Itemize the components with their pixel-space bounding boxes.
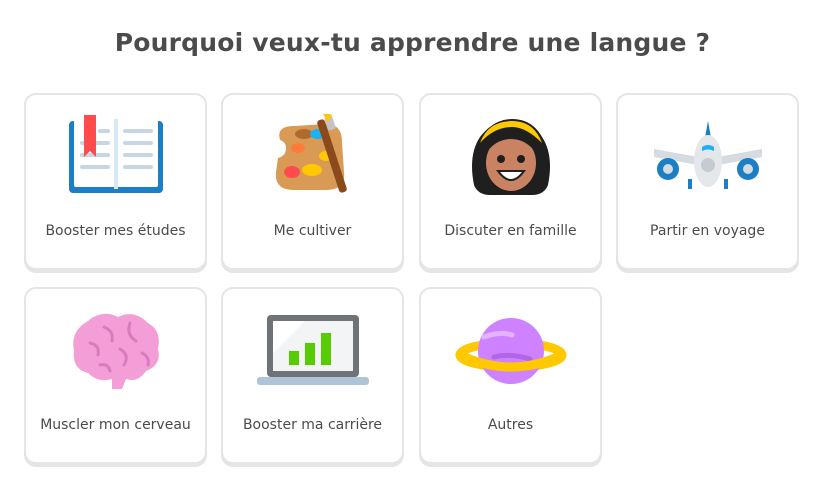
person-icon: [421, 113, 600, 201]
airplane-icon: [618, 113, 797, 201]
option-label: Booster mes études: [45, 223, 186, 239]
option-autres[interactable]: Autres: [419, 287, 602, 464]
palette-icon: [223, 113, 402, 201]
book-icon: [26, 113, 205, 201]
option-label: Muscler mon cerveau: [40, 417, 191, 433]
laptop-chart-icon: [223, 307, 402, 395]
option-label: Discuter en famille: [444, 223, 577, 239]
option-label: Booster ma carrière: [242, 417, 383, 433]
planet-icon: [421, 307, 600, 395]
option-muscler-cerveau[interactable]: Muscler mon cerveau: [24, 287, 207, 464]
option-me-cultiver[interactable]: Me cultiver: [221, 93, 404, 270]
option-label: Partir en voyage: [650, 223, 765, 239]
option-label: Autres: [487, 417, 534, 433]
option-discuter-famille[interactable]: Discuter en famille: [419, 93, 602, 270]
option-partir-voyage[interactable]: Partir en voyage: [616, 93, 799, 270]
page-title: Pourquoi veux-tu apprendre une langue ?: [114, 28, 711, 57]
brain-icon: [26, 307, 205, 395]
option-booster-carriere[interactable]: Booster ma carrière: [221, 287, 404, 464]
option-booster-etudes[interactable]: Booster mes études: [24, 93, 207, 270]
option-label: Me cultiver: [273, 223, 352, 239]
